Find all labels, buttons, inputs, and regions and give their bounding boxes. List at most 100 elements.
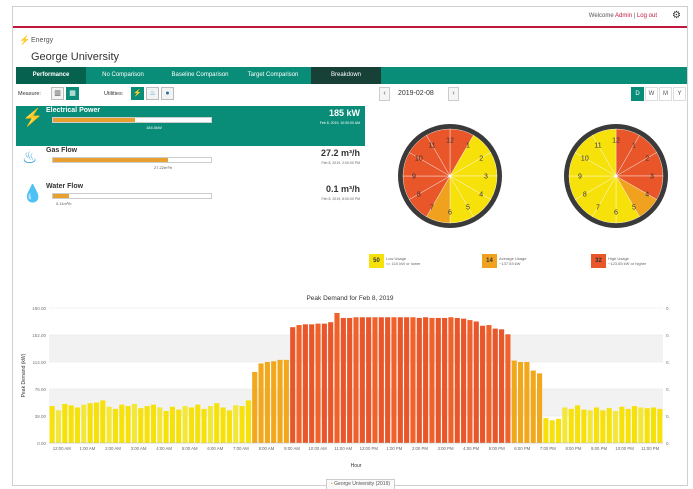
chart-bar[interactable]: [404, 317, 410, 443]
chart-bar[interactable]: [353, 317, 359, 443]
chart-bar[interactable]: [568, 408, 574, 443]
chart-bar[interactable]: [233, 405, 239, 443]
chart-bar[interactable]: [334, 312, 340, 443]
chart-bar[interactable]: [347, 317, 353, 443]
chart-bar[interactable]: [366, 317, 372, 443]
chart-bar[interactable]: [385, 317, 391, 443]
chart-bar[interactable]: [188, 407, 194, 443]
chart-bar[interactable]: [372, 317, 378, 443]
chart-bar[interactable]: [505, 334, 511, 443]
chart-bar[interactable]: [581, 409, 587, 443]
chart-bar[interactable]: [644, 408, 650, 443]
chart-bar[interactable]: [315, 323, 321, 443]
chart-bar[interactable]: [321, 323, 327, 443]
clock-number: 11: [594, 142, 601, 149]
chart-bar[interactable]: [410, 317, 416, 443]
chart-bar[interactable]: [74, 407, 81, 443]
chart-bar[interactable]: [283, 359, 289, 443]
chart-bar[interactable]: [106, 406, 112, 443]
chart-bar[interactable]: [226, 410, 232, 443]
chart-bar[interactable]: [530, 370, 536, 443]
chart-bar[interactable]: [309, 324, 315, 443]
chart-bar[interactable]: [112, 408, 119, 443]
chart-bar[interactable]: [435, 317, 441, 443]
chart-bar[interactable]: [176, 409, 182, 443]
chart-bar[interactable]: [55, 410, 62, 443]
chart-bar[interactable]: [650, 407, 657, 443]
chart-bar[interactable]: [100, 400, 106, 443]
chart-bar[interactable]: [214, 403, 220, 443]
chart-bar[interactable]: [499, 329, 505, 443]
chart-bar[interactable]: [612, 411, 619, 443]
chart-bar[interactable]: [245, 400, 251, 443]
chart-bar[interactable]: [258, 363, 264, 443]
chart-bar[interactable]: [201, 408, 207, 443]
chart-bar[interactable]: [378, 317, 384, 443]
chart-bar[interactable]: [125, 406, 131, 443]
chart-bar[interactable]: [62, 403, 68, 443]
chart-bar[interactable]: [416, 317, 422, 443]
chart-bar[interactable]: [271, 361, 277, 443]
chart-bar[interactable]: [448, 317, 454, 443]
chart-bar[interactable]: [252, 371, 258, 443]
chart-bar[interactable]: [473, 321, 479, 444]
chart-bar[interactable]: [480, 325, 486, 443]
chart-bar[interactable]: [574, 405, 581, 443]
chart-bar[interactable]: [555, 418, 562, 443]
chart-bar[interactable]: [220, 407, 226, 443]
chart-bar[interactable]: [397, 317, 403, 443]
chart-bar[interactable]: [290, 327, 296, 443]
chart-bar[interactable]: [328, 322, 334, 443]
chart-bar[interactable]: [549, 420, 555, 443]
chart-bar[interactable]: [93, 402, 100, 444]
chart-bar[interactable]: [511, 360, 517, 443]
chart-bar[interactable]: [638, 407, 644, 443]
chart-bar[interactable]: [81, 404, 87, 443]
chart-bar[interactable]: [340, 317, 346, 443]
chart-bar[interactable]: [606, 408, 612, 443]
chart-bar[interactable]: [119, 404, 125, 443]
chart-bar[interactable]: [461, 318, 467, 443]
chart-bar[interactable]: [467, 320, 473, 443]
chart-bar[interactable]: [631, 406, 638, 443]
chart-bar[interactable]: [157, 407, 163, 443]
chart-bar[interactable]: [625, 408, 631, 443]
chart-bar[interactable]: [593, 407, 600, 443]
chart-bar[interactable]: [619, 406, 625, 443]
chart-bar[interactable]: [454, 317, 460, 443]
chart-bar[interactable]: [131, 403, 138, 443]
chart-bar[interactable]: [429, 317, 435, 443]
chart-bar[interactable]: [68, 405, 74, 443]
chart-bar[interactable]: [264, 362, 270, 443]
chart-bar[interactable]: [169, 406, 175, 443]
chart-bar[interactable]: [150, 404, 157, 443]
chart-bar[interactable]: [277, 359, 283, 443]
chart-bar[interactable]: [144, 406, 150, 443]
chart-bar[interactable]: [492, 328, 498, 443]
chart-bar[interactable]: [587, 410, 593, 443]
chart-bar[interactable]: [543, 418, 549, 443]
chart-bar[interactable]: [537, 373, 543, 443]
chart-bar[interactable]: [359, 317, 365, 443]
chart-bar[interactable]: [87, 403, 93, 443]
chart-bar[interactable]: [302, 324, 308, 443]
chart-bar[interactable]: [442, 317, 448, 443]
chart-bar[interactable]: [182, 406, 188, 443]
clock-number: 8: [417, 192, 421, 199]
chart-bar[interactable]: [49, 406, 55, 443]
chart-bar[interactable]: [239, 406, 245, 443]
series-legend[interactable]: ▪ George University (2019): [326, 479, 396, 489]
chart-bar[interactable]: [524, 362, 530, 443]
chart-bar[interactable]: [518, 362, 524, 443]
chart-bar[interactable]: [391, 317, 397, 443]
chart-bar[interactable]: [600, 410, 606, 443]
chart-bar[interactable]: [562, 407, 568, 443]
chart-bar[interactable]: [296, 325, 302, 443]
chart-bar[interactable]: [486, 325, 492, 443]
chart-bar[interactable]: [657, 408, 663, 443]
chart-bar[interactable]: [163, 411, 169, 443]
chart-bar[interactable]: [423, 317, 429, 443]
chart-bar[interactable]: [138, 408, 144, 443]
chart-bar[interactable]: [195, 404, 201, 443]
chart-bar[interactable]: [207, 406, 213, 443]
